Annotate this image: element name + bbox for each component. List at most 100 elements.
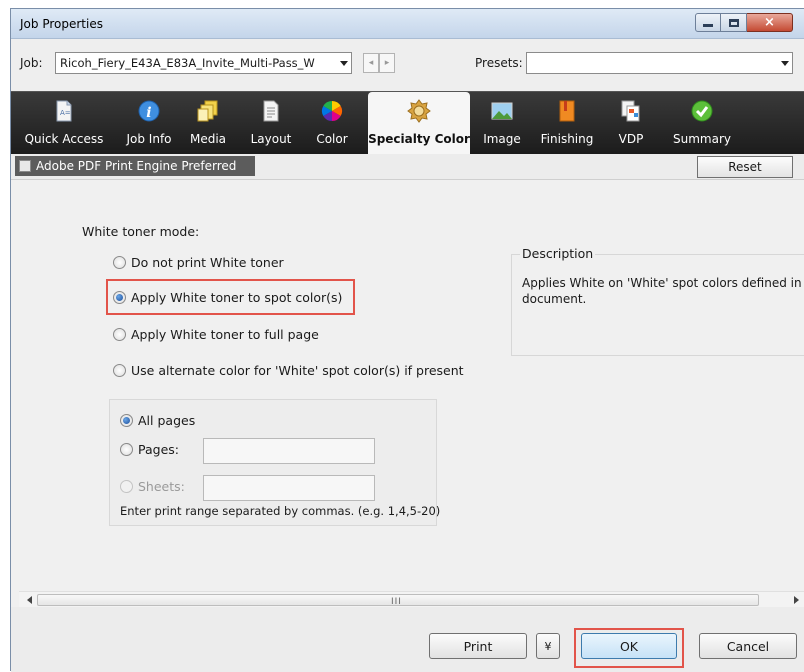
tab-label: Specialty Color xyxy=(368,132,470,146)
radio-button-disabled[interactable] xyxy=(120,480,133,493)
tab-label: Job Info xyxy=(126,132,172,146)
title-bar: Job Properties × xyxy=(11,9,804,39)
maximize-button[interactable] xyxy=(721,13,747,32)
radio-button[interactable] xyxy=(113,256,126,269)
next-job-button[interactable]: ▸ xyxy=(379,53,395,73)
white-toner-heading: White toner mode: xyxy=(82,224,200,239)
tab-label: Image xyxy=(483,132,521,146)
radio-pages[interactable]: Pages: xyxy=(120,442,179,457)
ok-button[interactable]: OK xyxy=(581,633,677,659)
pdf-engine-checkbox-row[interactable]: Adobe PDF Print Engine Preferred xyxy=(15,156,255,176)
tab-quick-access[interactable]: A= Quick Access xyxy=(11,92,117,155)
job-properties-window: Job Properties × Job: Ricoh_Fiery_E43A_E… xyxy=(10,8,804,672)
print-options-button[interactable]: ¥ xyxy=(536,633,560,659)
pdf-engine-label: Adobe PDF Print Engine Preferred xyxy=(36,159,237,173)
arrow-left-icon: ◂ xyxy=(368,58,374,68)
tab-label: VDP xyxy=(618,132,644,146)
cancel-button[interactable]: Cancel xyxy=(699,633,797,659)
radio-apply-white-spot[interactable]: Apply White toner to spot color(s) xyxy=(113,290,342,305)
horizontal-scrollbar[interactable]: III xyxy=(19,591,804,607)
description-text: Applies White on 'White' spot colors def… xyxy=(522,276,802,306)
image-icon xyxy=(490,99,514,123)
pdf-engine-checkbox[interactable] xyxy=(19,160,31,172)
page-range-group: All pages Pages: Sheets: Enter print ran… xyxy=(109,399,441,526)
radio-button[interactable] xyxy=(120,443,133,456)
maximize-icon xyxy=(728,18,739,27)
tab-label: Summary xyxy=(673,132,731,146)
description-group: Description Applies White on 'White' spo… xyxy=(511,246,804,356)
radio-label: Apply White toner to full page xyxy=(131,327,319,342)
job-select-value: Ricoh_Fiery_E43A_E83A_Invite_Multi-Pass_… xyxy=(60,56,315,70)
job-label: Job: xyxy=(20,56,43,70)
tab-vdp[interactable]: VDP xyxy=(609,92,653,155)
specialty-color-icon xyxy=(407,99,431,123)
print-button[interactable]: Print xyxy=(429,633,527,659)
radio-do-not-print-white[interactable]: Do not print White toner xyxy=(113,255,284,270)
grip-icon: III xyxy=(391,597,402,607)
chevron-down-double-icon: ¥ xyxy=(544,639,552,653)
checkmark-icon xyxy=(690,99,714,123)
specialty-color-panel: White toner mode: Do not print White ton… xyxy=(11,181,804,591)
close-icon: × xyxy=(764,15,775,30)
chevron-down-icon xyxy=(340,61,348,66)
radio-all-pages[interactable]: All pages xyxy=(120,413,195,428)
radio-label: Apply White toner to spot color(s) xyxy=(131,290,343,305)
window-title: Job Properties xyxy=(20,17,103,31)
tab-job-info[interactable]: i Job Info xyxy=(119,92,179,155)
color-wheel-icon xyxy=(320,99,344,123)
page-range-hint: Enter print range separated by commas. (… xyxy=(120,504,441,518)
tab-layout[interactable]: Layout xyxy=(245,92,297,155)
vdp-icon xyxy=(619,99,643,123)
radio-button[interactable] xyxy=(113,328,126,341)
pages-input[interactable] xyxy=(203,438,375,464)
sheets-input[interactable] xyxy=(203,475,375,501)
dialog-footer: Print ¥ OK Cancel xyxy=(11,607,804,672)
radio-button-selected[interactable] xyxy=(113,291,126,304)
booklet-icon xyxy=(555,99,579,123)
tab-label: Quick Access xyxy=(24,132,104,146)
radio-label: Pages: xyxy=(138,442,179,457)
job-row: Job: Ricoh_Fiery_E43A_E83A_Invite_Multi-… xyxy=(11,39,804,91)
category-toolbar: A= Quick Access i Job Info Media Layout xyxy=(11,91,804,155)
scrollbar-thumb[interactable]: III xyxy=(37,594,759,607)
radio-alternate-white-color[interactable]: Use alternate color for 'White' spot col… xyxy=(113,363,464,378)
radio-label: All pages xyxy=(138,413,196,428)
radio-label: Do not print White toner xyxy=(131,255,284,270)
tab-color[interactable]: Color xyxy=(307,92,357,155)
presets-select[interactable] xyxy=(526,52,793,74)
tab-image[interactable]: Image xyxy=(477,92,527,155)
minimize-icon xyxy=(703,24,713,27)
tab-media[interactable]: Media xyxy=(183,92,233,155)
minimize-button[interactable] xyxy=(695,13,721,32)
radio-sheets[interactable]: Sheets: xyxy=(120,479,185,494)
tab-label: Color xyxy=(316,132,348,146)
svg-text:i: i xyxy=(146,105,151,121)
tab-label: Media xyxy=(189,132,227,146)
radio-apply-white-full-page[interactable]: Apply White toner to full page xyxy=(113,327,319,342)
previous-job-button[interactable]: ◂ xyxy=(363,53,379,73)
document-icon: A= xyxy=(52,99,76,123)
radio-button-selected[interactable] xyxy=(120,414,133,427)
info-icon: i xyxy=(137,99,161,123)
chevron-down-icon xyxy=(781,61,789,66)
close-button[interactable]: × xyxy=(747,13,793,32)
radio-label: Sheets: xyxy=(138,479,185,494)
tab-label: Finishing xyxy=(540,132,594,146)
presets-label: Presets: xyxy=(475,56,523,70)
options-strip: Adobe PDF Print Engine Preferred Reset xyxy=(11,154,804,180)
radio-label: Use alternate color for 'White' spot col… xyxy=(131,363,464,378)
svg-text:A=: A= xyxy=(60,109,71,117)
arrow-right-icon: ▸ xyxy=(384,58,390,68)
tab-label: Layout xyxy=(250,132,292,146)
scroll-left-icon[interactable] xyxy=(27,596,32,604)
paper-stack-icon xyxy=(196,99,220,123)
page-icon xyxy=(259,99,283,123)
radio-button[interactable] xyxy=(113,364,126,377)
tab-finishing[interactable]: Finishing xyxy=(535,92,599,155)
tab-specialty-color[interactable]: Specialty Color xyxy=(368,92,470,155)
job-select[interactable]: Ricoh_Fiery_E43A_E83A_Invite_Multi-Pass_… xyxy=(55,52,352,74)
scroll-right-icon[interactable] xyxy=(794,596,799,604)
reset-button[interactable]: Reset xyxy=(697,156,793,178)
description-legend: Description xyxy=(520,246,596,261)
tab-summary[interactable]: Summary xyxy=(667,92,737,155)
